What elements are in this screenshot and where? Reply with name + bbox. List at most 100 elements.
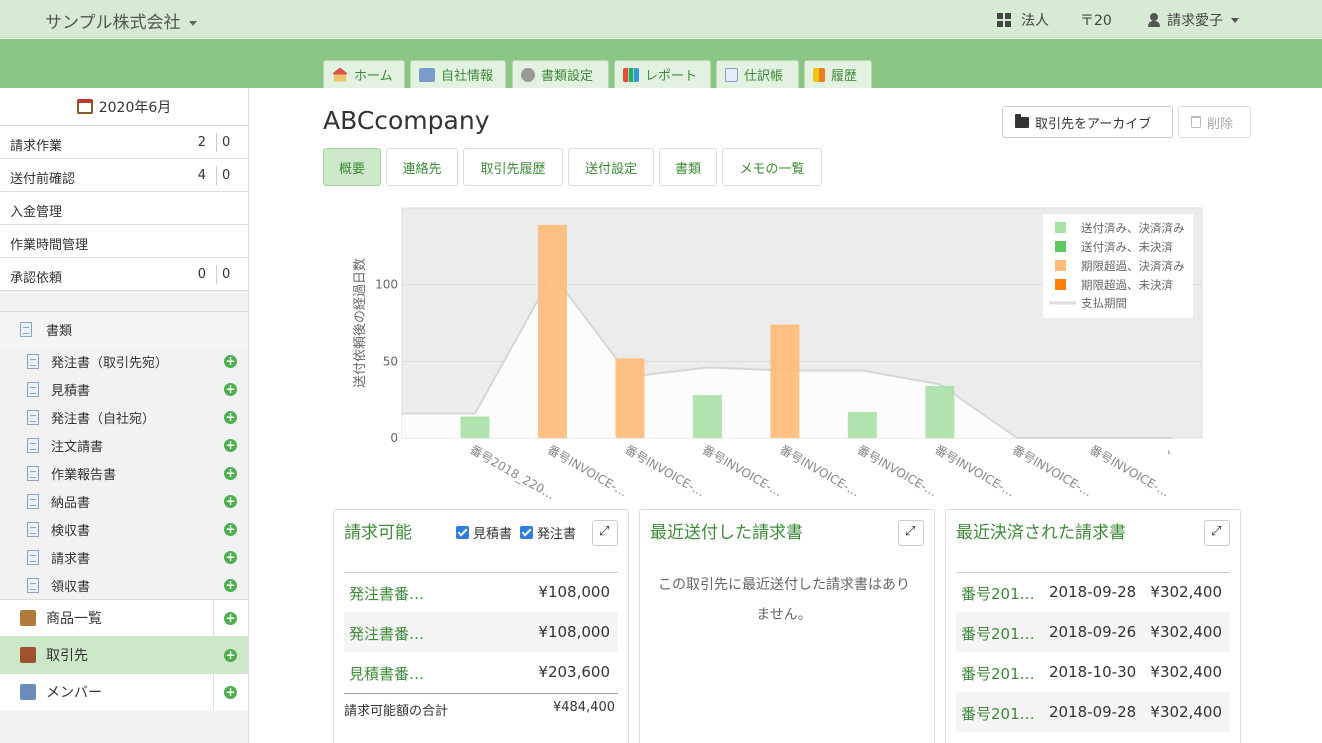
- add-icon[interactable]: +: [224, 355, 237, 368]
- subtab-overview[interactable]: 概要: [323, 148, 381, 186]
- add-icon[interactable]: +: [224, 439, 237, 452]
- main-nav: 商品一覧 + 取引先 + メンバー +: [0, 599, 248, 710]
- task-count-secondary: 0: [222, 135, 231, 150]
- home-icon: [332, 67, 348, 82]
- sidebar-doc-item[interactable]: 請求書 +: [0, 543, 248, 571]
- document-link[interactable]: 発注書番…: [349, 583, 424, 604]
- delete-label: 削除: [1207, 116, 1234, 132]
- checkbox-label: 発注書: [537, 527, 577, 542]
- amount: ¥302,400: [1150, 703, 1222, 721]
- tab-label: 履歴: [831, 69, 858, 84]
- task-approval[interactable]: 承認依頼 0 0: [0, 258, 248, 291]
- add-icon[interactable]: +: [224, 551, 237, 564]
- sidebar-doc-item[interactable]: 作業報告書 +: [0, 459, 248, 487]
- bar-chart-icon: [623, 67, 639, 82]
- invoice-link[interactable]: 番号201…: [961, 583, 1035, 604]
- sidebar-item-product-list[interactable]: 商品一覧 +: [0, 599, 248, 636]
- sidebar-doc-item[interactable]: 検収書 +: [0, 515, 248, 543]
- subtab-documents[interactable]: 書類: [659, 148, 717, 186]
- add-icon[interactable]: +: [224, 649, 237, 662]
- task-payment-management[interactable]: 入金管理: [0, 192, 248, 225]
- document-link[interactable]: 見積書番…: [349, 663, 424, 684]
- add-icon[interactable]: +: [224, 686, 237, 699]
- sidebar-doc-item[interactable]: 領収書 +: [0, 571, 248, 599]
- expand-icon[interactable]: [1204, 520, 1230, 546]
- legend-entry: 期限超過、未決済: [1081, 278, 1173, 292]
- company-switcher[interactable]: サンプル株式会社: [45, 8, 197, 33]
- tab-report[interactable]: レポート: [614, 60, 711, 88]
- settled-date: 2018-10-30: [1049, 663, 1137, 681]
- tab-home[interactable]: ホーム: [323, 60, 405, 88]
- amount: ¥302,400: [1150, 583, 1222, 601]
- invoice-link[interactable]: 番号201…: [961, 623, 1035, 644]
- doc-label: 領収書: [51, 579, 91, 595]
- subtab-client-history[interactable]: 取引先履歴: [463, 148, 563, 186]
- x-tick-label: 番号INVOICE-…: [932, 442, 1017, 499]
- archive-button[interactable]: 取引先をアーカイブ: [1002, 106, 1173, 138]
- postal-label: 〒20: [1080, 13, 1112, 29]
- top-bar: サンプル株式会社 法人 〒20 請求愛子: [0, 0, 1322, 38]
- sidebar-item-label: メンバー: [46, 685, 102, 701]
- sidebar-doc-item[interactable]: 注文請書 +: [0, 431, 248, 459]
- month-selector[interactable]: 2020年6月: [0, 88, 248, 126]
- legend-entry: 送付済み、決済済み: [1081, 221, 1185, 235]
- folder-icon: [1015, 113, 1029, 128]
- x-tick-label: 番号INVOICE-…: [777, 442, 862, 499]
- add-icon[interactable]: +: [224, 495, 237, 508]
- doc-label: 発注書（自社宛）: [51, 411, 156, 427]
- y-tick-label: 100: [375, 278, 398, 292]
- expand-icon[interactable]: [592, 520, 618, 546]
- add-icon[interactable]: +: [224, 383, 237, 396]
- add-icon[interactable]: +: [224, 411, 237, 424]
- user-menu[interactable]: 請求愛子: [1147, 10, 1239, 30]
- add-icon[interactable]: +: [224, 467, 237, 480]
- postal-menu[interactable]: 〒20: [1080, 10, 1112, 30]
- tab-company-info[interactable]: 自社情報: [410, 60, 506, 88]
- delete-button[interactable]: 削除: [1178, 106, 1251, 138]
- document-icon: [27, 437, 39, 453]
- task-pre-send-check[interactable]: 送付前確認 4 0: [0, 159, 248, 192]
- task-count-secondary: 0: [222, 168, 231, 183]
- archive-label: 取引先をアーカイブ: [1035, 116, 1152, 132]
- sidebar-doc-item[interactable]: 発注書（取引先宛） +: [0, 347, 248, 375]
- bar: [615, 358, 645, 438]
- order-checkbox[interactable]: 発注書: [520, 523, 576, 542]
- estimate-checkbox[interactable]: 見積書: [456, 523, 512, 542]
- doc-label: 発注書（取引先宛）: [51, 355, 169, 371]
- sidebar-doc-item[interactable]: 納品書 +: [0, 487, 248, 515]
- corp-menu[interactable]: 法人: [997, 10, 1049, 30]
- invoice-link[interactable]: 番号201…: [961, 703, 1035, 724]
- document-icon: [27, 577, 39, 593]
- add-icon[interactable]: +: [224, 523, 237, 536]
- document-icon: [27, 409, 39, 425]
- sidebar-doc-item[interactable]: 見積書 +: [0, 375, 248, 403]
- task-billing[interactable]: 請求作業 2 0: [0, 126, 248, 159]
- task-time-management[interactable]: 作業時間管理: [0, 225, 248, 258]
- tab-journal[interactable]: 仕訳帳: [716, 60, 799, 88]
- add-icon[interactable]: +: [224, 579, 237, 592]
- document-link[interactable]: 発注書番…: [349, 623, 424, 644]
- doc-label: 作業報告書: [51, 467, 117, 483]
- add-icon[interactable]: +: [224, 612, 237, 625]
- expand-icon[interactable]: [898, 520, 924, 546]
- invoice-link[interactable]: 番号201…: [961, 663, 1035, 684]
- sidebar-item-member-card[interactable]: メンバー +: [0, 673, 248, 710]
- count-divider: [216, 265, 217, 284]
- x-tick-label: 番号2018_220…: [468, 442, 558, 502]
- subtab-contacts[interactable]: 連絡先: [386, 148, 458, 186]
- doc-label: 注文請書: [51, 439, 104, 455]
- task-count: 0: [197, 267, 206, 282]
- sidebar-doc-item[interactable]: 発注書（自社宛） +: [0, 403, 248, 431]
- doc-list: 発注書（取引先宛） + 見積書 + 発注書（自社宛） + 注文請書 + 作業報告書 + 納品書 + 検収…: [0, 347, 248, 599]
- subtab-send-settings[interactable]: 送付設定: [568, 148, 654, 186]
- tab-doc-settings[interactable]: 書類設定: [512, 60, 609, 88]
- legend-entry: 送付済み、未決済: [1081, 240, 1173, 254]
- y-tick-label: 50: [383, 354, 398, 368]
- tab-history[interactable]: 履歴: [804, 60, 872, 88]
- bar: [692, 395, 722, 438]
- docs-section-label: 書類: [46, 324, 73, 339]
- x-tick-label: 番号INVOICE-…: [545, 442, 630, 499]
- subtab-memo-list[interactable]: メモの一覧: [722, 148, 822, 186]
- sidebar-item-client-person[interactable]: 取引先 +: [0, 636, 248, 673]
- docs-section-header[interactable]: 書類: [0, 311, 248, 347]
